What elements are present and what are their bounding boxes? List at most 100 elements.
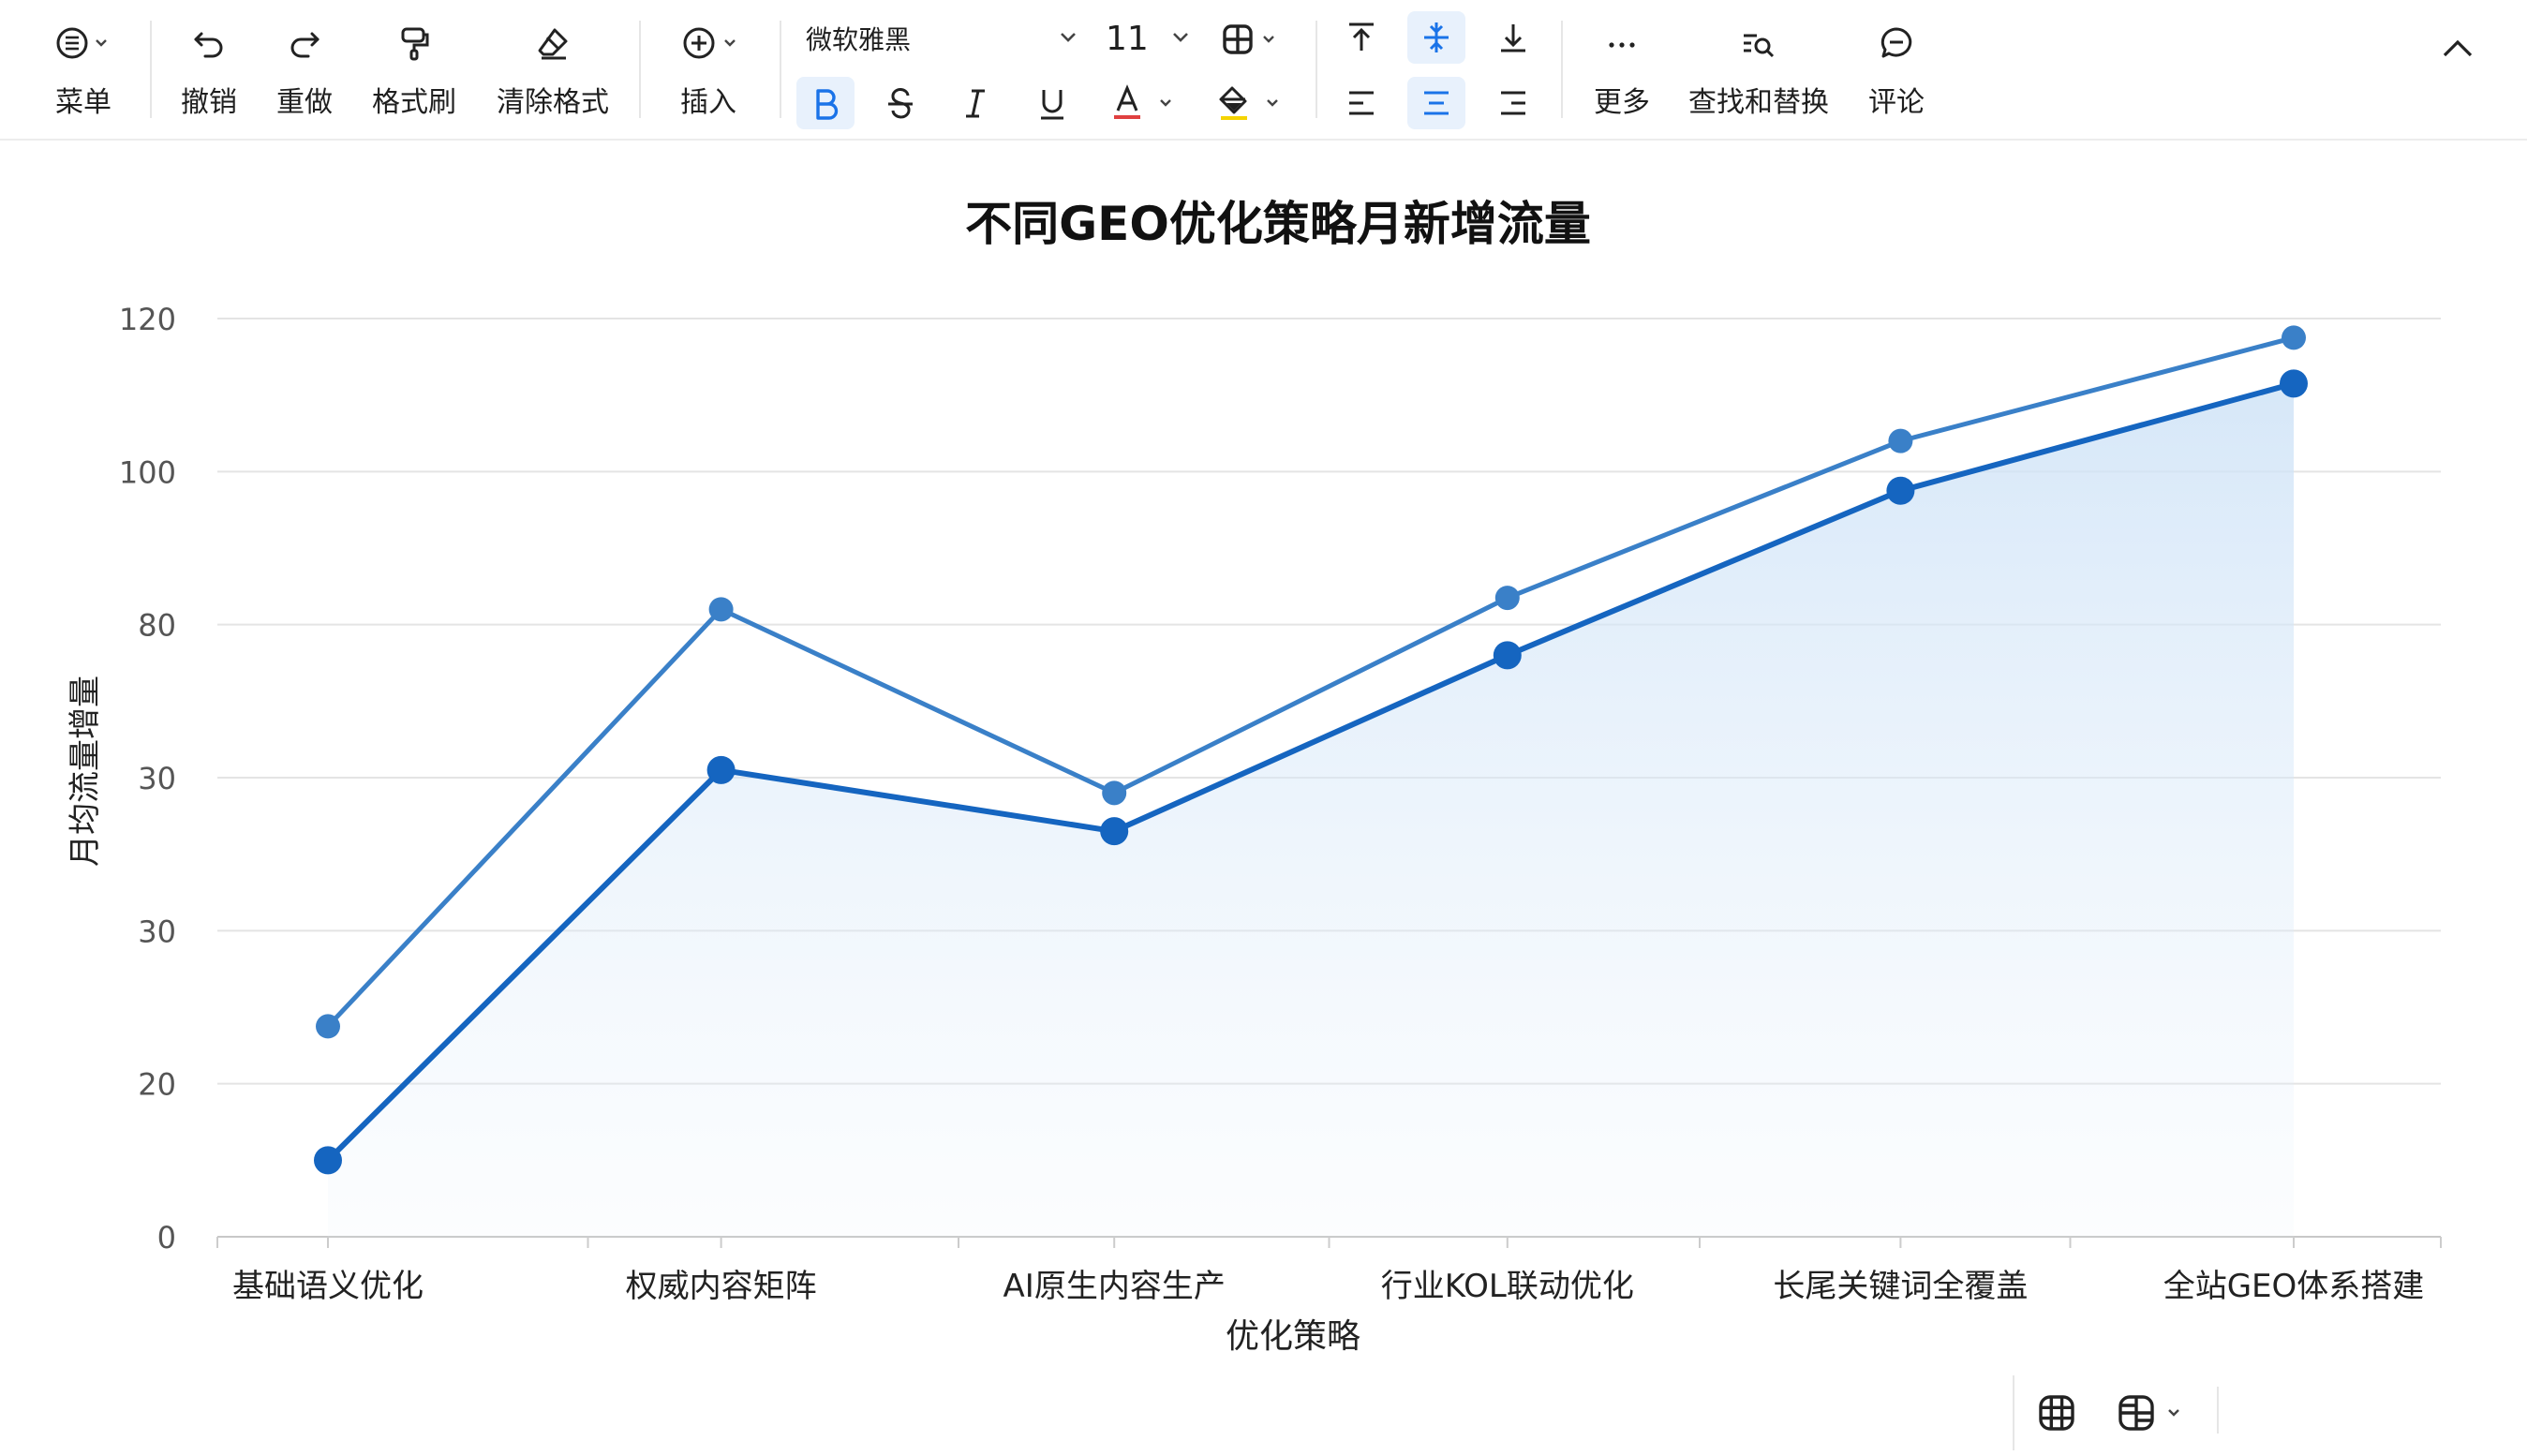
x-tick-label: 权威内容矩阵 [626,1268,817,1305]
format-painter-button[interactable]: 格式刷 [367,17,461,122]
data-point [314,1146,342,1175]
redo-label: 重做 [276,86,333,119]
data-point [1493,641,1522,670]
find-replace-button[interactable]: 查找和替换 [1683,17,1835,122]
data-point [706,755,736,784]
insert-icon [671,17,746,69]
redo-button[interactable]: 重做 [270,17,339,122]
font-family-value: 微软雅黑 [806,24,912,55]
collapse-toolbar-button[interactable] [2429,22,2487,75]
toolbar-divider [150,21,152,118]
toolbar-divider [1316,21,1317,118]
align-bottom-icon [1501,24,1525,52]
chart-style-icon [2118,1395,2179,1431]
y-tick-label: 120 [119,302,176,337]
undo-label: 撤销 [181,86,237,119]
font-family-select[interactable]: 微软雅黑 [806,13,1078,64]
y-tick-label: 0 [157,1220,176,1255]
align-top-icon [1349,22,1374,51]
table-border-icon [1223,24,1274,54]
font-color-icon [1114,84,1171,119]
data-point [2280,369,2308,398]
data-point [1100,817,1129,846]
x-tick-label: 长尾关键词全覆盖 [1773,1268,2028,1305]
data-point [1888,428,1913,453]
clear-format-button[interactable]: 清除格式 [493,17,613,122]
menu-button[interactable]: 菜单 [41,17,126,122]
align-left-icon [1349,91,1374,115]
toolbar-divider [780,21,781,118]
chart-style-select[interactable] [2108,1387,2202,1439]
align-middle-icon [1424,22,1449,52]
highlight-color-button[interactable] [1209,77,1302,129]
controls-divider [2217,1387,2219,1434]
align-center-icon [1424,91,1449,115]
align-center-button[interactable] [1407,77,1465,129]
bold-button[interactable] [796,77,855,129]
more-icon [1603,17,1641,69]
align-middle-button[interactable] [1407,11,1465,64]
y-tick-label: 100 [119,454,176,490]
x-tick-label: 基础语义优化 [232,1268,424,1305]
chevron-down-icon [1059,30,1078,48]
underline-icon [1041,90,1063,120]
insert-label: 插入 [680,86,736,119]
series-area [328,383,2294,1238]
x-tick-labels: 基础语义优化 权威内容矩阵 AI原生内容生产 行业KOL联动优化 长尾关键词全覆盖 全站G… [232,1268,2424,1305]
strikethrough-button[interactable] [871,77,929,129]
x-tick-label: 行业KOL联动优化 [1381,1268,1634,1305]
x-tick-label: 全站GEO体系搭建 [2163,1268,2425,1305]
toolbar-divider [1561,21,1563,118]
font-size-value: 11 [1106,19,1149,58]
line-chart: 不同GEO优化策略月新增流量 0 20 30 30 80 100 120 基础语义优化 权威内… [67,197,2442,1356]
underline-button[interactable] [1023,77,1081,129]
more-label: 更多 [1594,86,1650,119]
font-color-button[interactable] [1102,77,1196,129]
data-point [1886,476,1915,505]
y-tick-label: 30 [138,914,176,949]
insert-button[interactable]: 插入 [661,17,755,122]
paint-bucket-icon [1219,86,1278,120]
y-tick-labels: 0 20 30 30 80 100 120 [119,302,176,1255]
clear-format-label: 清除格式 [497,86,609,119]
eraser-icon [534,17,572,69]
data-point [1494,586,1520,611]
bold-icon [816,89,839,120]
table-view-button[interactable] [2028,1387,2086,1439]
font-size-select[interactable]: 11 [1106,13,1190,64]
chart-title: 不同GEO优化策略月新增流量 [965,197,1591,251]
find-replace-icon [1738,17,1779,69]
italic-button[interactable] [946,77,1004,129]
data-point [1102,780,1127,806]
format-painter-icon [395,17,433,69]
chevron-up-icon [2443,39,2473,57]
undo-button[interactable]: 撤销 [174,17,244,122]
menu-label: 菜单 [55,86,111,119]
chevron-down-icon [1171,30,1190,48]
align-top-button[interactable] [1332,11,1390,64]
table-border-select[interactable] [1209,13,1293,66]
align-bottom-button[interactable] [1484,11,1542,64]
chart-controls [2013,1375,2221,1450]
data-point [316,1014,340,1039]
y-tick-label: 30 [138,761,176,796]
data-point [708,597,734,622]
align-right-button[interactable] [1484,77,1542,129]
more-button[interactable]: 更多 [1580,17,1664,122]
comment-button[interactable]: 评论 [1857,17,1936,122]
comment-label: 评论 [1868,86,1925,119]
italic-icon [966,89,985,118]
y-tick-label: 80 [138,608,176,644]
align-right-icon [1501,91,1525,115]
x-tick-label: AI原生内容生产 [1003,1268,1226,1305]
redo-icon [286,17,323,69]
align-left-button[interactable] [1332,77,1390,129]
undo-icon [190,17,228,69]
comment-icon [1878,17,1915,69]
toolbar-divider [639,21,641,118]
format-painter-label: 格式刷 [372,86,456,119]
area-fill-layer [328,383,2294,1238]
y-axis-label: 月均流量增量 [67,676,104,867]
toolbar: 菜单 撤销 重做 格式刷 清除格式 插入 微软雅黑 11 更多 查找和替换 评论 [0,0,2527,141]
find-replace-label: 查找和替换 [1688,86,1829,119]
